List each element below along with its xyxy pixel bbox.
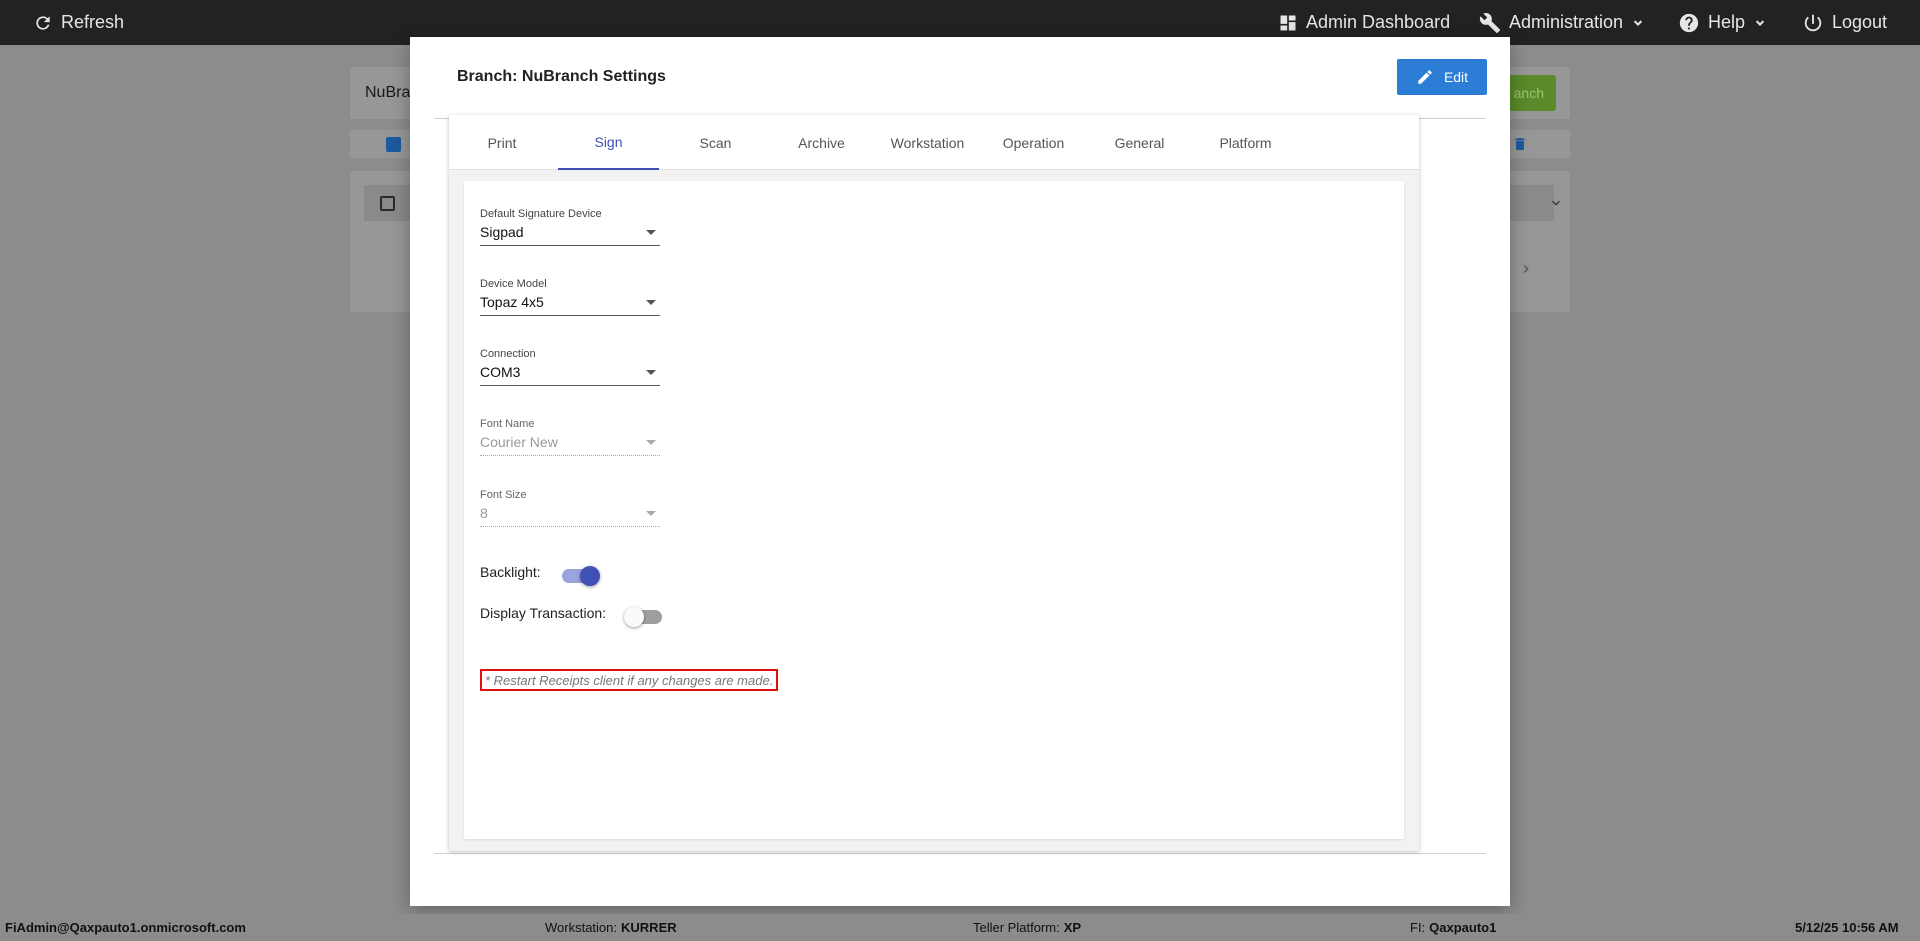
toggle-knob bbox=[580, 566, 600, 586]
footer-datetime: 5/12/25 10:56 AM bbox=[1795, 920, 1899, 935]
footer-fi-value: Qaxpauto1 bbox=[1429, 920, 1497, 935]
select-value: Topaz 4x5 bbox=[480, 294, 544, 310]
branch-settings-modal: Branch: NuBranch Settings Edit Print Sig… bbox=[410, 37, 1510, 906]
default-signature-device-select[interactable]: Sigpad bbox=[480, 224, 660, 246]
tab-operation[interactable]: Operation bbox=[983, 115, 1084, 170]
select-value: 8 bbox=[480, 505, 488, 521]
connection-select[interactable]: COM3 bbox=[480, 364, 660, 386]
tab-general[interactable]: General bbox=[1089, 115, 1190, 170]
status-footer: FiAdmin@Qaxpauto1.onmicrosoft.com Workst… bbox=[0, 914, 1920, 941]
tab-label: Sign bbox=[594, 133, 623, 150]
tab-label: General bbox=[1114, 134, 1165, 151]
footer-workstation-label: Workstation: bbox=[545, 920, 618, 935]
field-label: Device Model bbox=[480, 278, 547, 290]
admin-dashboard-label: Admin Dashboard bbox=[1306, 12, 1451, 32]
dropdown-arrow-icon bbox=[646, 300, 656, 305]
branch-input[interactable]: NuBra bbox=[365, 84, 410, 102]
field-label: Font Name bbox=[480, 418, 535, 430]
help-menu[interactable]: Help bbox=[1678, 0, 1767, 45]
select-value: Sigpad bbox=[480, 224, 524, 240]
dropdown-arrow-icon bbox=[646, 440, 656, 445]
administration-label: Administration bbox=[1509, 12, 1624, 32]
font-size-field: Font Size 8 bbox=[480, 489, 660, 527]
dropdown-arrow-icon bbox=[646, 230, 656, 235]
help-icon bbox=[1679, 13, 1699, 32]
backlight-label: Backlight: bbox=[480, 564, 541, 580]
backlight-toggle[interactable] bbox=[562, 566, 600, 586]
power-icon bbox=[1804, 14, 1822, 31]
edit-label: Edit bbox=[1443, 69, 1469, 85]
field-label: Font Size bbox=[480, 489, 527, 501]
dropdown-arrow-icon bbox=[646, 511, 656, 516]
row-checkbox[interactable] bbox=[380, 196, 395, 211]
dropdown-arrow-icon bbox=[646, 370, 656, 375]
footer-fi-label: FI: bbox=[1410, 920, 1426, 935]
field-label: Default Signature Device bbox=[480, 208, 602, 220]
display-transaction-label: Display Transaction: bbox=[480, 605, 607, 621]
select-all-checkbox[interactable] bbox=[386, 137, 401, 152]
refresh-label: Refresh bbox=[61, 12, 125, 32]
footer-workstation-value: KURRER bbox=[621, 920, 677, 935]
logout-label: Logout bbox=[1832, 12, 1888, 32]
wrench-icon bbox=[1479, 12, 1501, 33]
pencil-icon bbox=[1418, 70, 1432, 84]
default-signature-device-field: Default Signature Device Sigpad bbox=[480, 208, 660, 246]
font-name-field: Font Name Courier New bbox=[480, 418, 660, 456]
footer-platform-label: Teller Platform: bbox=[973, 920, 1060, 935]
tab-scan[interactable]: Scan bbox=[665, 115, 766, 170]
font-name-select: Courier New bbox=[480, 434, 660, 456]
tab-archive[interactable]: Archive bbox=[771, 115, 872, 170]
add-branch-label: anch bbox=[1513, 85, 1544, 101]
backlight-row: Backlight: bbox=[480, 564, 541, 580]
device-model-field: Device Model Topaz 4x5 bbox=[480, 278, 660, 316]
refresh-button[interactable]: Refresh bbox=[33, 0, 124, 45]
tab-platform[interactable]: Platform bbox=[1195, 115, 1296, 170]
modal-title: Branch: NuBranch Settings bbox=[457, 68, 666, 85]
tab-label: Workstation bbox=[890, 134, 965, 151]
restart-notice: * Restart Receipts client if any changes… bbox=[480, 669, 779, 691]
trash-icon[interactable] bbox=[1512, 136, 1528, 152]
sign-settings-content: Default Signature Device Sigpad Device M… bbox=[464, 181, 1404, 839]
tab-sign[interactable]: Sign bbox=[558, 115, 659, 170]
tab-label: Archive bbox=[798, 134, 845, 151]
field-label: Connection bbox=[480, 348, 536, 360]
logout-button[interactable]: Logout bbox=[1802, 0, 1887, 45]
font-size-select: 8 bbox=[480, 505, 660, 527]
tab-print[interactable]: Print bbox=[449, 115, 555, 170]
display-transaction-toggle[interactable] bbox=[624, 607, 662, 627]
tab-label: Print bbox=[487, 134, 517, 151]
help-label: Help bbox=[1708, 12, 1746, 32]
footer-user: FiAdmin@Qaxpauto1.onmicrosoft.com bbox=[5, 920, 246, 935]
chevron-down-icon[interactable] bbox=[1548, 195, 1564, 211]
select-value: Courier New bbox=[480, 434, 558, 450]
chevron-down-icon bbox=[1633, 19, 1643, 26]
settings-panel: Print Sign Scan Archive Workstation Oper… bbox=[449, 115, 1419, 851]
edit-button[interactable]: Edit bbox=[1397, 59, 1487, 95]
tab-label: Operation bbox=[1002, 134, 1065, 151]
select-value: COM3 bbox=[480, 364, 521, 380]
footer-platform-value: XP bbox=[1063, 920, 1082, 935]
tab-label: Platform bbox=[1219, 134, 1272, 151]
connection-field: Connection COM3 bbox=[480, 348, 660, 386]
toggle-knob bbox=[624, 607, 644, 627]
chevron-down-icon bbox=[1755, 19, 1765, 26]
dashboard-icon bbox=[1280, 15, 1296, 30]
display-transaction-row: Display Transaction: bbox=[480, 605, 606, 621]
tab-workstation[interactable]: Workstation bbox=[877, 115, 978, 170]
tab-label: Scan bbox=[699, 134, 732, 151]
chevron-right-icon[interactable] bbox=[1518, 261, 1534, 277]
settings-tabs: Print Sign Scan Archive Workstation Oper… bbox=[449, 115, 1419, 170]
refresh-icon bbox=[36, 15, 50, 30]
device-model-select[interactable]: Topaz 4x5 bbox=[480, 294, 660, 316]
